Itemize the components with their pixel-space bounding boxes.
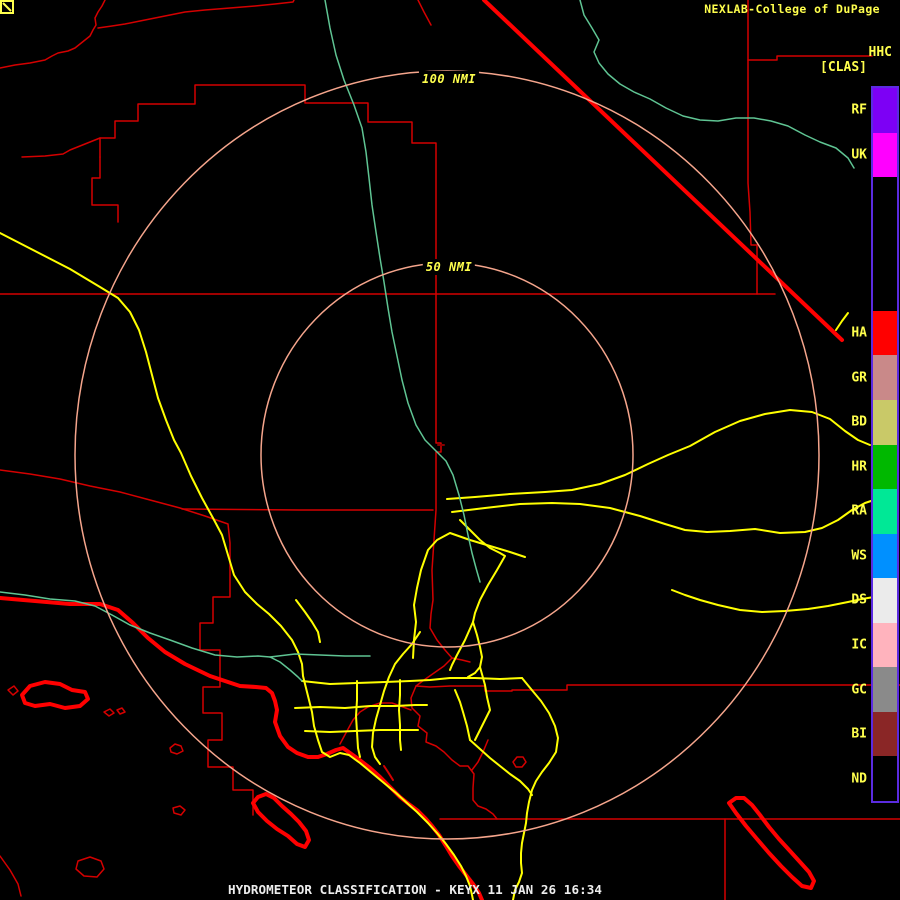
range-ring-100-nmi bbox=[74, 70, 820, 840]
map-feature-state-line-nw-a bbox=[0, 0, 106, 69]
legend-label-WS: WS bbox=[851, 548, 867, 564]
legend-label-HR: HR bbox=[851, 459, 867, 475]
map-feature-river-west bbox=[0, 591, 303, 682]
legend-label-GC: GC bbox=[851, 682, 867, 698]
map-feature-interstate-ne bbox=[482, 0, 844, 342]
legend-swatch-ND bbox=[873, 756, 897, 801]
map-feature-island-outline-1 bbox=[7, 685, 19, 696]
map-feature-island-catalina bbox=[251, 792, 311, 849]
legend-swatch-HA bbox=[873, 310, 897, 356]
map-feature-island-outline-2 bbox=[103, 708, 115, 717]
legend-label-BD: BD bbox=[851, 414, 867, 430]
legend-swatch-GC bbox=[873, 667, 897, 712]
legend-label-RF: RF bbox=[851, 102, 867, 118]
map-feature-county-stairs-west bbox=[21, 84, 437, 295]
product-tag-label: [CLAS] bbox=[820, 60, 867, 75]
legend-swatch-DS bbox=[873, 578, 897, 623]
map-feature-county-center-vertical bbox=[415, 293, 900, 692]
map-feature-highway-companion bbox=[295, 599, 321, 643]
legend-swatch-GR bbox=[873, 355, 897, 400]
map-feature-highway-14-west bbox=[412, 532, 526, 659]
range-ring-50-nmi bbox=[260, 262, 634, 648]
legend-label-GR: GR bbox=[851, 370, 867, 386]
map-feature-island-san-clemente bbox=[727, 796, 816, 890]
range-ring-label: 50 NMI bbox=[422, 259, 476, 275]
radar-display: 100 NMI 50 NMI RF UK HA GR BD HR RA WS DS IC GC BI ND… bbox=[0, 0, 900, 900]
legend-swatch-BI bbox=[873, 711, 897, 757]
map-feature-highway-branch-3 bbox=[454, 689, 471, 741]
legend-swatch-IC bbox=[873, 622, 897, 668]
map-feature-freeway-ew-3 bbox=[304, 729, 419, 733]
cod-logo-icon bbox=[0, 0, 14, 14]
map-feature-highway-tail-ne bbox=[835, 312, 849, 331]
legend-label-IC: IC bbox=[851, 637, 867, 653]
map-feature-freeway-link-se bbox=[469, 739, 533, 796]
product-caption: HYDROMETEOR CLASSIFICATION - KEYX 11 JAN… bbox=[228, 882, 602, 897]
map-feature-island-anacapa bbox=[20, 680, 90, 710]
map-feature-county-corner-sw bbox=[0, 855, 22, 897]
map-feature-freeway-ns-1 bbox=[355, 680, 361, 758]
legend-label-UK: UK bbox=[851, 147, 867, 163]
map-feature-island-outline-3 bbox=[116, 707, 126, 715]
legend-swatch-BD bbox=[873, 399, 897, 445]
legend-swatch-HR bbox=[873, 444, 897, 490]
map-feature-state-line-nw-b bbox=[97, 0, 295, 29]
legend-label-RA: RA bbox=[851, 503, 867, 519]
map-feature-county-horizontal-510 bbox=[181, 508, 434, 511]
legend-label-ND: ND bbox=[851, 771, 867, 787]
map-feature-highway-east-stub bbox=[671, 589, 875, 613]
map-feature-river-west-ext bbox=[269, 653, 371, 658]
legend-swatch-blank-4 bbox=[873, 266, 897, 311]
map-feature-island-outline-5 bbox=[172, 805, 186, 816]
map-feature-highway-58-south bbox=[451, 499, 875, 534]
legend-swatch-blank-2 bbox=[873, 177, 897, 222]
map-feature-county-spur-2 bbox=[91, 156, 119, 223]
map-feature-freeway-se bbox=[512, 677, 559, 900]
map-feature-river-main bbox=[324, 0, 481, 583]
legend-label-DS: DS bbox=[851, 592, 867, 608]
legend-swatch-RF bbox=[873, 88, 897, 133]
legend-label-HA: HA bbox=[851, 325, 867, 341]
legend-swatch-UK bbox=[873, 132, 897, 178]
map-feature-railroad-spur bbox=[383, 765, 394, 781]
map-feature-river-northeast bbox=[579, 0, 855, 169]
map-feature-county-stub-top bbox=[417, 0, 432, 26]
legend-swatch-WS bbox=[873, 533, 897, 579]
radar-map bbox=[0, 0, 900, 900]
legend-swatch-blank-3 bbox=[873, 221, 897, 267]
map-feature-freeway-ew-1 bbox=[301, 677, 523, 685]
map-feature-island-outline-4 bbox=[169, 743, 184, 755]
legend-swatch-RA bbox=[873, 489, 897, 534]
map-feature-island-ring-small bbox=[512, 756, 527, 768]
range-ring-label: 100 NMI bbox=[418, 71, 480, 87]
brand-title: NEXLAB-College of DuPage bbox=[704, 2, 880, 16]
map-feature-freeway-ns-2 bbox=[398, 679, 402, 751]
product-id-label: HHC bbox=[868, 45, 892, 60]
legend-label-BI: BI bbox=[851, 726, 867, 742]
map-feature-highway-58-north bbox=[446, 409, 871, 500]
map-feature-freeway-ew-2 bbox=[294, 704, 428, 709]
map-feature-island-santa-barbara bbox=[75, 856, 105, 878]
legend-colorbar bbox=[871, 86, 899, 803]
